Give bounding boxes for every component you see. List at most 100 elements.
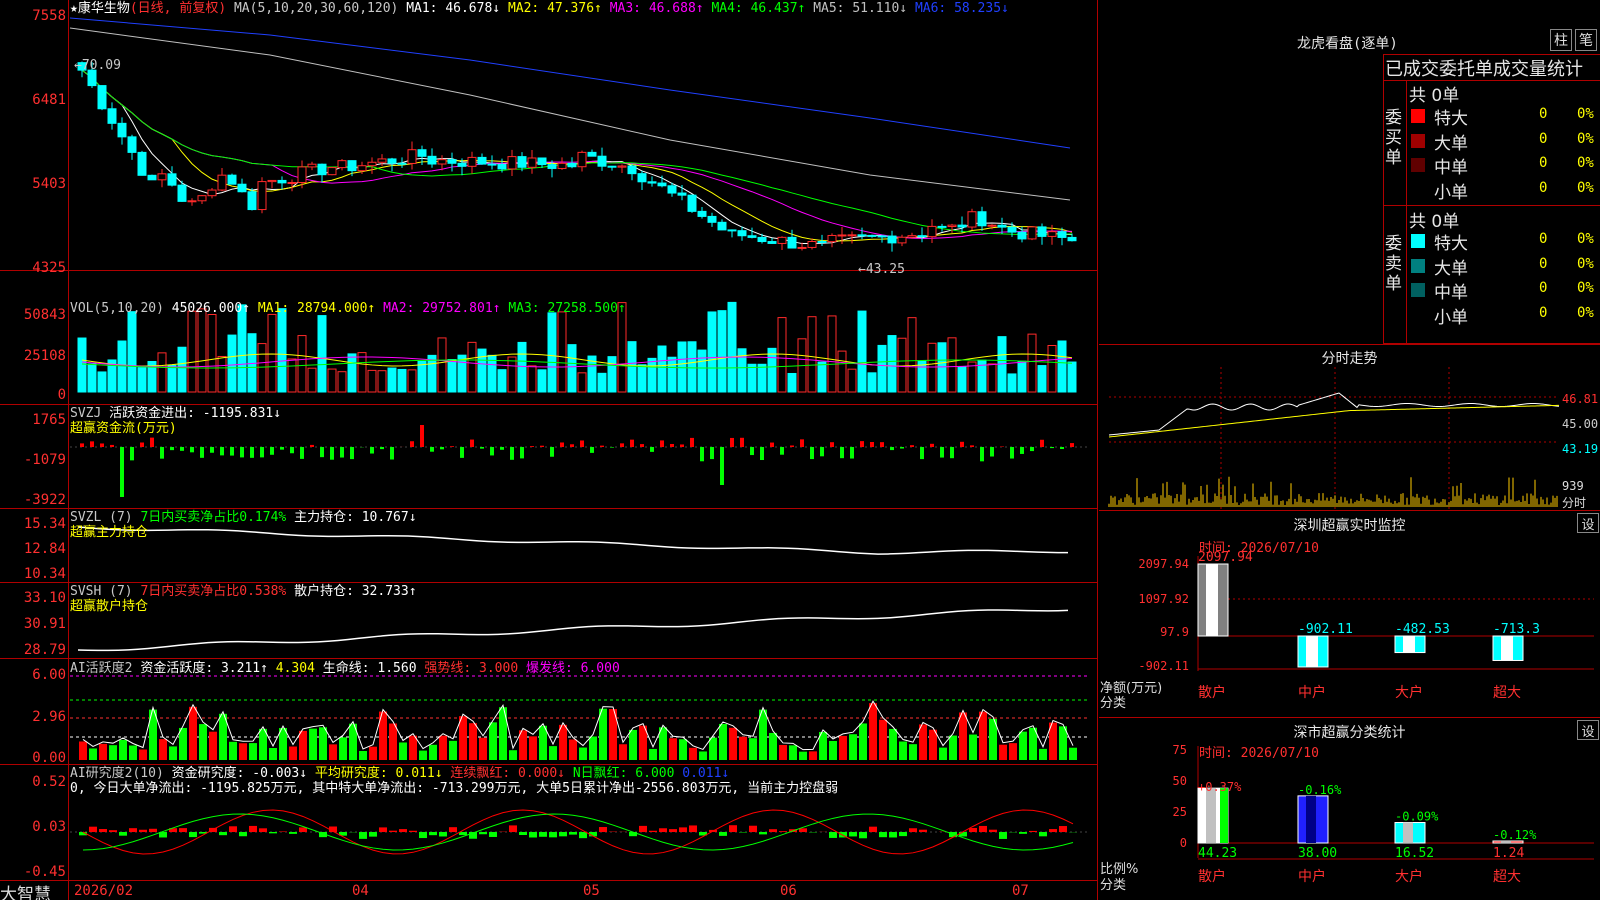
- research-bar: [279, 831, 287, 832]
- research-bar: [829, 832, 837, 838]
- activity-bar: [279, 728, 287, 760]
- candle-body: [277, 179, 287, 184]
- activity-bar: [709, 737, 717, 760]
- sell-pct: 0%: [1577, 255, 1594, 272]
- svzj-label: 活跃资金进出: -1195.831↓: [109, 406, 282, 421]
- activity-bar: [239, 743, 247, 760]
- candle-body: [557, 162, 567, 169]
- buy-count: 0: [1539, 155, 1548, 171]
- candle-body: [187, 200, 197, 203]
- activity-bar: [549, 746, 557, 760]
- candle-body: [97, 85, 107, 110]
- ai2-note: 0, 今日大单净流出: -1195.825万元, 其中特大单净流出: -713.…: [70, 781, 839, 796]
- ai1-a: 资金活跃度: 3.211↑: [140, 661, 268, 676]
- fund-flow-bar: [800, 439, 804, 447]
- volume-bar: [967, 361, 977, 393]
- activity-bar: [329, 744, 337, 760]
- color-swatch: [1411, 234, 1425, 248]
- volume-bar: [987, 363, 997, 393]
- candle-body: [687, 194, 697, 212]
- candle-body: [367, 161, 377, 167]
- volume-bar: [377, 370, 387, 393]
- candle-body: [807, 241, 817, 248]
- bar-mode-button[interactable]: 柱: [1550, 29, 1572, 51]
- activity-bar: [129, 745, 137, 760]
- volume-bar: [817, 361, 827, 393]
- fund-flow-bar: [280, 447, 284, 450]
- svsh-axis-label: 28.79: [23, 642, 66, 658]
- research-bar: [869, 826, 877, 832]
- volume-bar: [287, 358, 297, 393]
- candle-body: [467, 156, 477, 167]
- volume-bar: [127, 311, 137, 393]
- buy-total: 共 0单: [1409, 86, 1460, 106]
- candle-body: [297, 166, 307, 183]
- buy-row: 大单 0 0%: [1099, 129, 1600, 154]
- sell-count: 0: [1539, 255, 1548, 272]
- buy-count: 0: [1539, 179, 1548, 196]
- volume-bar: [887, 335, 897, 393]
- fund-flow-bar: [620, 443, 624, 447]
- sell-pct: 0%: [1577, 304, 1594, 321]
- activity-bar: [469, 723, 477, 760]
- chart-area[interactable]: 7558 6481 5403 4325 50843 25108 0 1765 -…: [0, 0, 1098, 900]
- activity-bar: [339, 737, 347, 760]
- category-label: 超大: [1493, 685, 1521, 701]
- research-bar: [539, 832, 547, 837]
- fund-flow-bar: [880, 442, 884, 447]
- volume-bar: [557, 311, 567, 393]
- research-bar: [429, 832, 437, 836]
- volume-bar: [927, 342, 937, 393]
- candle-body: [887, 235, 897, 244]
- volume-bar: [337, 371, 347, 393]
- volume-bar: [1037, 365, 1047, 393]
- volume-bar: [897, 337, 907, 393]
- candle-body: [707, 215, 717, 223]
- fenshi-chart[interactable]: [1099, 367, 1559, 509]
- buy-count: 0: [1539, 106, 1548, 122]
- avg-price-line: [1108, 404, 1559, 438]
- candle-body: [1017, 231, 1027, 240]
- divider: [1383, 205, 1600, 206]
- fund-flow-bar: [820, 447, 824, 457]
- candle-body: [937, 225, 947, 228]
- volume-bar: [477, 348, 487, 393]
- color-swatch: [1411, 158, 1425, 172]
- activity-bar: [589, 736, 597, 760]
- star-icon[interactable]: ★: [70, 1, 78, 16]
- fund-flow-bar: [860, 441, 864, 447]
- category-label: 散户: [1198, 684, 1226, 701]
- fund-flow-bar: [600, 445, 604, 447]
- fund-flow-bar: [460, 447, 464, 458]
- volume-bar: [677, 341, 687, 393]
- candle-body: [1057, 231, 1067, 238]
- fund-flow-bar: [740, 437, 744, 447]
- vol-header: VOL(5,10,20) 45026.000↑ MA1: 28794.000↑ …: [70, 301, 626, 316]
- candle-body: [827, 234, 837, 243]
- candle-body: [567, 162, 577, 168]
- fund-flow-bar: [120, 447, 124, 497]
- volume-bar: [877, 344, 887, 393]
- research-bar: [1039, 832, 1047, 837]
- volume-bar: [137, 367, 147, 393]
- fund-flow-bar: [390, 447, 394, 460]
- fund-flow-bar: [470, 439, 474, 447]
- ai2-axis-label: -0.45: [23, 864, 66, 880]
- ai1-axis-label: 6.00: [32, 667, 66, 683]
- candle-body: [727, 229, 737, 232]
- category-label: 大户: [1395, 684, 1423, 701]
- ai2-header: AI研究度2(10) 资金研究度: -0.003↓ 平均研究度: 0.011↓ …: [70, 766, 838, 796]
- research-bar: [679, 827, 687, 832]
- ma2-value: MA2: 47.376↑: [507, 1, 602, 16]
- research-bar: [889, 832, 897, 838]
- tick-mode-button[interactable]: 笔: [1575, 29, 1597, 51]
- ma5-line: [81, 69, 1073, 245]
- fenshi-panel[interactable]: 分时走势 46.81 45.00 43.19 939 分时: [1099, 344, 1600, 510]
- kline-chart[interactable]: [70, 0, 1098, 900]
- volume-bar: [317, 315, 327, 393]
- research-bar: [729, 825, 737, 832]
- volume-bar: [87, 363, 97, 393]
- volume-bar: [507, 356, 517, 393]
- chart-mode[interactable]: (日线, 前复权): [130, 1, 226, 16]
- volume-bar: [197, 308, 207, 393]
